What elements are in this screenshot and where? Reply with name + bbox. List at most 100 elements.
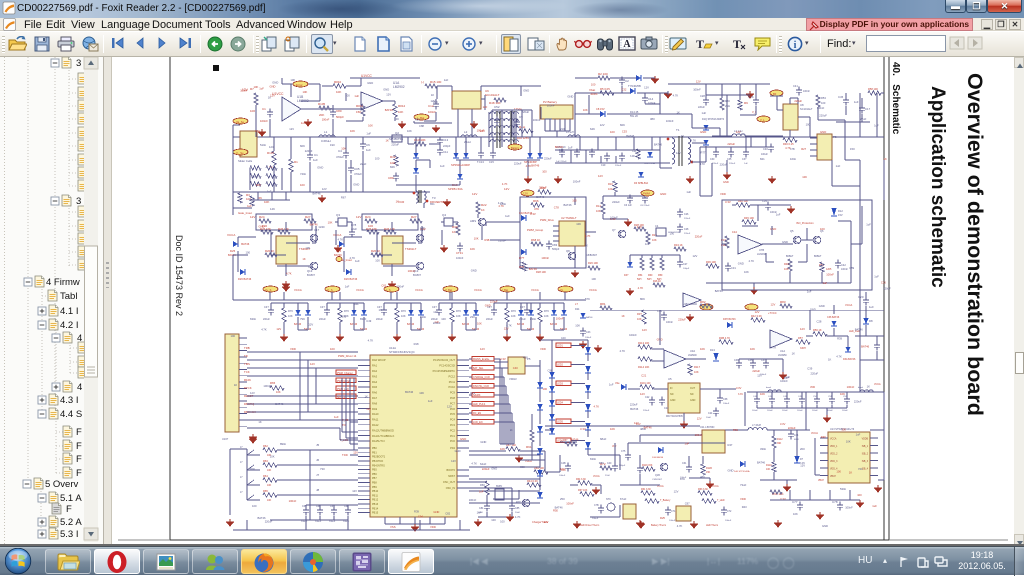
svg-text:12V: 12V (697, 417, 702, 421)
svg-text:10K: 10K (433, 100, 438, 104)
svg-text:R59: R59 (658, 274, 663, 277)
svg-text:R56: R56 (733, 428, 738, 432)
svg-text:R63: R63 (263, 459, 268, 463)
svg-text:R63 3.3K: R63 3.3K (698, 488, 708, 491)
svg-text:1uF: 1uF (823, 281, 828, 285)
svg-text:C22: C22 (645, 396, 650, 399)
svg-text:PC5: PC5 (450, 412, 456, 416)
svg-text:Application schematic: Application schematic (927, 86, 948, 288)
svg-text:220uF: 220uF (684, 233, 691, 235)
svg-text:C28: C28 (817, 320, 822, 324)
svg-text:D8: D8 (869, 319, 873, 323)
svg-text:100nF: 100nF (842, 410, 848, 412)
svg-text:84K: 84K (390, 165, 395, 169)
svg-text:C78: C78 (554, 205, 559, 209)
svg-text:10K: 10K (290, 78, 295, 82)
svg-text:12V: 12V (755, 310, 760, 314)
svg-text:12V: 12V (451, 459, 456, 463)
svg-text:C4?: C4? (320, 305, 325, 309)
svg-text:VDD: VDD (430, 525, 436, 529)
svg-text:1uF: 1uF (744, 163, 748, 165)
svg-text:10K: 10K (576, 222, 581, 226)
svg-text:10K: 10K (264, 200, 269, 204)
svg-text:1K: 1K (431, 93, 434, 97)
svg-text:GND: GND (471, 269, 477, 273)
svg-text:100nF: 100nF (573, 179, 581, 183)
svg-text:12V: 12V (676, 151, 681, 155)
svg-text:RA10: RA10 (372, 412, 379, 416)
svg-text:10K: 10K (401, 314, 406, 318)
svg-text:55L 20: 55L 20 (630, 114, 638, 118)
svg-text:F: F (66, 504, 72, 515)
svg-text:10K: 10K (840, 392, 845, 396)
svg-text:D26 BAT46: D26 BAT46 (344, 277, 358, 281)
svg-text:PB14: PB14 (372, 507, 379, 510)
svg-text:R26 10K: R26 10K (588, 261, 598, 265)
svg-text:100nF: 100nF (566, 502, 574, 506)
svg-text:R47: R47 (728, 443, 733, 447)
svg-text:3.3V: 3.3V (780, 422, 786, 426)
svg-text:C4: C4 (655, 224, 659, 228)
svg-text:12V: 12V (771, 303, 776, 307)
svg-text:C13: C13 (443, 138, 449, 142)
svg-text:D26 BAT46: D26 BAT46 (238, 277, 252, 281)
svg-text:1uF: 1uF (428, 399, 433, 403)
svg-text:U8: U8 (800, 103, 804, 107)
svg-text:PB6: PB6 (372, 473, 377, 476)
svg-text:100: 100 (610, 130, 615, 134)
svg-text:C2: C2 (625, 79, 629, 83)
svg-text:4.3 I: 4.3 I (60, 395, 79, 406)
svg-text:10K: 10K (303, 90, 308, 94)
svg-text:R56 1K: R56 1K (813, 328, 822, 332)
svg-text:160n: 160n (790, 157, 797, 161)
svg-text:10K: 10K (267, 499, 272, 502)
svg-text:C95: C95 (341, 315, 346, 319)
svg-text:U12A: U12A (389, 346, 396, 350)
svg-text:100: 100 (806, 122, 811, 126)
svg-text:220uF: 220uF (615, 165, 622, 167)
svg-text:R16 1K: R16 1K (653, 280, 661, 283)
svg-text:4.7K: 4.7K (471, 461, 477, 465)
svg-text:VDD_3: VDD_3 (830, 461, 838, 463)
svg-text:GND: GND (317, 165, 323, 169)
svg-text:1uF: 1uF (354, 94, 359, 98)
svg-text:10K: 10K (254, 85, 259, 89)
svg-text:220uF: 220uF (251, 174, 259, 178)
svg-text:IN: IN (670, 387, 673, 390)
svg-text:721: 721 (858, 467, 863, 471)
svg-text:TRB: TRB (244, 346, 250, 350)
svg-text:220uF: 220uF (522, 110, 530, 114)
svg-text:100: 100 (345, 93, 350, 97)
svg-text:22uF: 22uF (360, 162, 367, 166)
svg-text:220uF: 220uF (752, 369, 760, 373)
svg-text:PB5: PB5 (372, 469, 377, 472)
svg-text:R5?: R5? (563, 439, 568, 442)
svg-text:1K: 1K (386, 139, 389, 143)
svg-text:100: 100 (836, 470, 841, 474)
svg-text:VL: VL (560, 288, 564, 292)
svg-text:GND: GND (491, 467, 497, 471)
svg-text:LI: LI (747, 306, 750, 310)
svg-text:VCCA: VCCA (415, 288, 423, 292)
svg-text:RA6: RA6 (372, 391, 378, 395)
svg-text:BAT46: BAT46 (630, 407, 639, 411)
svg-text:100nF: 100nF (590, 92, 598, 96)
svg-text:D1Q STD513-80ZT0: D1Q STD513-80ZT0 (702, 118, 725, 121)
svg-text:VCCA: VCCA (811, 432, 818, 435)
svg-text:C14: C14 (648, 97, 654, 101)
svg-text:220uF: 220uF (265, 520, 273, 524)
svg-text:3.3V: 3.3V (500, 357, 506, 361)
svg-text:12V: 12V (250, 215, 255, 219)
svg-text:100uF: 100uF (585, 337, 592, 339)
svg-text:220uF: 220uF (433, 321, 441, 325)
svg-text:RA3: RA3 (372, 374, 378, 378)
svg-text:L2: L2 (464, 130, 468, 134)
svg-text:BAT46: BAT46 (570, 438, 579, 442)
svg-text:R76: R76 (288, 309, 293, 313)
svg-text:5.3 I: 5.3 I (60, 529, 79, 540)
svg-text:C16: C16 (881, 280, 886, 284)
svg-text:R76: R76 (544, 309, 549, 313)
svg-text:3.3V: 3.3V (736, 386, 742, 390)
svg-text:R12: R12 (390, 155, 396, 159)
svg-text:10K: 10K (470, 247, 475, 251)
